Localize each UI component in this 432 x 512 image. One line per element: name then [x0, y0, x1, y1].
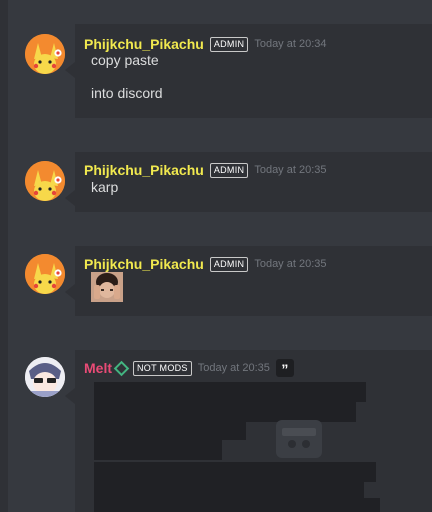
avatar[interactable] — [25, 161, 65, 201]
avatar[interactable] — [25, 357, 65, 397]
role-badge: ADMIN — [209, 162, 249, 178]
face-photo-icon — [91, 272, 123, 302]
username[interactable]: Phijkchu_Pikachu — [84, 256, 204, 272]
redacted-block — [94, 440, 222, 460]
timestamp: Today at 20:35 — [197, 362, 270, 374]
avatar[interactable] — [25, 34, 65, 74]
username[interactable]: Melt — [84, 360, 112, 376]
server-rail — [0, 0, 8, 512]
username[interactable]: Phijkchu_Pikachu — [84, 162, 204, 178]
anime-avatar-icon — [25, 357, 65, 397]
username[interactable]: Phijkchu_Pikachu — [84, 36, 204, 52]
message-text: into discord — [91, 85, 163, 101]
role-badge: ADMIN — [209, 36, 249, 52]
pikachu-avatar-icon — [25, 34, 65, 74]
image-attachment[interactable] — [94, 382, 384, 512]
message-text: copy paste — [91, 52, 159, 68]
redacted-block — [94, 382, 366, 402]
pikachu-avatar-icon — [25, 254, 65, 294]
message-text: karp — [91, 179, 119, 195]
redacted-block — [94, 482, 364, 498]
diamond-icon — [113, 360, 130, 376]
message-header: Phijkchu_Pikachu ADMIN Today at 20:35 — [84, 256, 327, 272]
timestamp: Today at 20:35 — [254, 258, 327, 270]
redacted-block — [94, 462, 376, 482]
avatar[interactable] — [25, 254, 65, 294]
image-attachment[interactable] — [91, 272, 123, 302]
pikachu-avatar-icon — [25, 161, 65, 201]
timestamp: Today at 20:34 — [254, 38, 327, 50]
redacted-block — [94, 498, 380, 512]
message-header: Phijkchu_Pikachu ADMIN Today at 20:34 — [84, 36, 327, 52]
message-card — [65, 152, 432, 212]
timestamp: Today at 20:35 — [254, 164, 327, 176]
redacted-block — [94, 422, 246, 440]
message-header: Phijkchu_Pikachu ADMIN Today at 20:35 — [84, 162, 327, 178]
role-badge: NOT MODS — [133, 360, 192, 376]
quote-icon[interactable]: ” — [275, 359, 294, 377]
message-header: Melt NOT MODS Today at 20:35 ” — [84, 359, 294, 377]
role-badge: ADMIN — [209, 256, 249, 272]
faded-figure-icon — [276, 420, 322, 458]
